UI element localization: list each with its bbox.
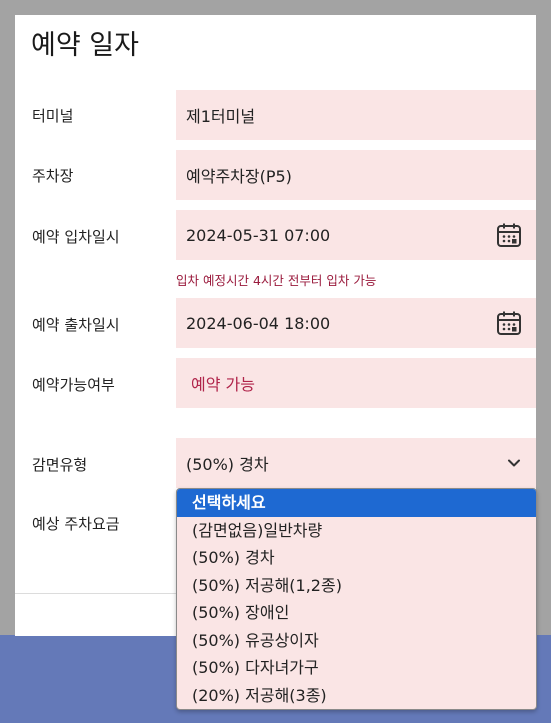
discount-type-label: 감면유형 xyxy=(32,456,88,474)
parking-field: 예약주차장(P5) xyxy=(176,150,536,200)
dropdown-option[interactable]: (50%) 유공상이자 xyxy=(177,627,536,655)
calendar-icon[interactable] xyxy=(496,310,522,336)
dropdown-option[interactable]: (50%) 경차 xyxy=(177,544,536,572)
exit-datetime-value: 2024-06-04 18:00 xyxy=(186,313,331,333)
exit-datetime-label: 예약 출차일시 xyxy=(32,316,120,334)
dropdown-option[interactable]: 선택하세요 xyxy=(177,489,536,517)
modal-title: 예약 일자 xyxy=(31,30,139,61)
dropdown-option[interactable]: (50%) 다자녀가구 xyxy=(177,654,536,682)
chevron-down-icon xyxy=(508,459,520,467)
discount-type-dropdown[interactable]: 선택하세요 (감면없음)일반차량 (50%) 경차 (50%) 저공해(1,2종… xyxy=(176,488,537,710)
calendar-icon[interactable] xyxy=(496,222,522,248)
dropdown-option[interactable]: (50%) 저공해(1,2종) xyxy=(177,572,536,600)
discount-type-select[interactable]: (50%) 경차 xyxy=(176,438,536,488)
entry-datetime-value: 2024-05-31 07:00 xyxy=(186,225,331,245)
estimated-fee-label: 예상 주차요금 xyxy=(32,515,120,533)
dropdown-option[interactable]: (감면없음)일반차량 xyxy=(177,517,536,545)
entry-hint-text: 입차 예정시간 4시간 전부터 입차 가능 xyxy=(176,273,377,288)
parking-value: 예약주차장(P5) xyxy=(186,167,292,186)
availability-value: 예약 가능 xyxy=(191,375,255,394)
terminal-value: 제1터미널 xyxy=(186,107,256,126)
entry-datetime-field[interactable]: 2024-05-31 07:00 xyxy=(176,210,536,260)
dropdown-option[interactable]: (20%) 저공해(3종) xyxy=(177,682,536,710)
discount-type-value: (50%) 경차 xyxy=(186,455,269,474)
availability-field: 예약 가능 xyxy=(176,358,536,408)
exit-datetime-field[interactable]: 2024-06-04 18:00 xyxy=(176,298,536,348)
entry-datetime-label: 예약 입차일시 xyxy=(32,228,120,246)
terminal-label: 터미널 xyxy=(32,107,74,125)
parking-label: 주차장 xyxy=(32,167,74,185)
dropdown-option[interactable]: (50%) 장애인 xyxy=(177,599,536,627)
terminal-field: 제1터미널 xyxy=(176,90,536,140)
availability-label: 예약가능여부 xyxy=(32,376,115,394)
